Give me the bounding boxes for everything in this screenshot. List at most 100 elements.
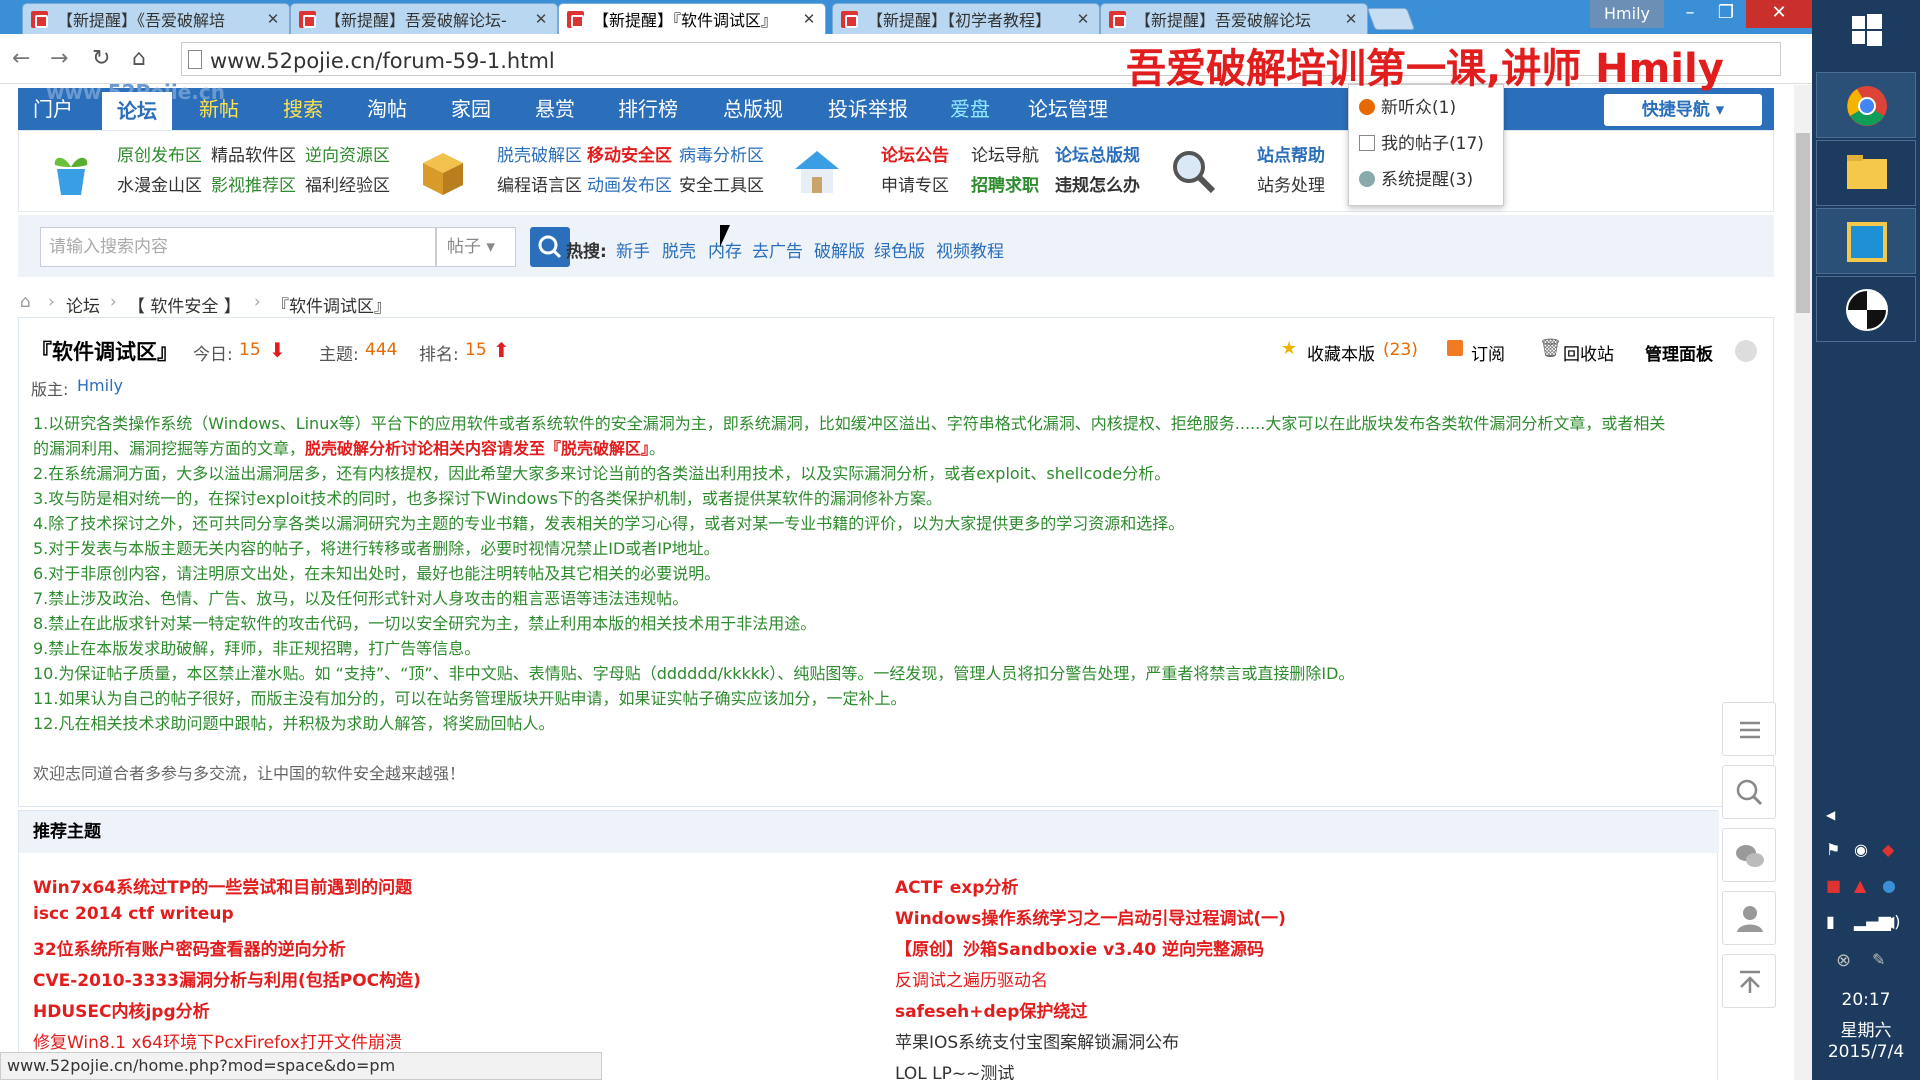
explorer-taskbar-button[interactable] bbox=[1816, 140, 1916, 206]
forward-icon[interactable]: → bbox=[50, 46, 68, 71]
back-to-top-icon[interactable] bbox=[1722, 954, 1776, 1008]
nav-item[interactable]: 爱盘 bbox=[940, 88, 1000, 130]
search-icon[interactable] bbox=[1722, 765, 1776, 819]
warning-icon[interactable]: ▲ bbox=[1854, 876, 1866, 895]
flag-icon[interactable]: ⚑ bbox=[1826, 840, 1840, 859]
app-tray-icon[interactable]: ◆ bbox=[1882, 840, 1894, 859]
home-icon[interactable]: ⌂ bbox=[20, 292, 31, 312]
nav-item[interactable]: 搜索 bbox=[268, 88, 338, 130]
nav-item[interactable]: 总版规 bbox=[708, 88, 798, 130]
subscribe-link[interactable]: 订阅 bbox=[1471, 340, 1505, 365]
nav-item[interactable]: 投诉举报 bbox=[818, 88, 918, 130]
close-tab-icon[interactable]: ✕ bbox=[1075, 10, 1091, 28]
dropdown-item-system[interactable]: 系统提醒(3) bbox=[1359, 165, 1473, 190]
forum-rule-link[interactable]: 脱壳破解分析讨论相关内容请发至『脱壳破解区』 bbox=[305, 439, 649, 458]
recommended-topic-link[interactable]: iscc 2014 ctf writeup bbox=[33, 904, 234, 924]
tray-expand-icon[interactable]: ◀ bbox=[1826, 808, 1835, 822]
favorite-link[interactable]: 收藏本版 bbox=[1307, 340, 1375, 365]
search-type-select[interactable]: 帖子 ▾ bbox=[436, 227, 516, 267]
hot-search-link[interactable]: 破解版 bbox=[814, 237, 865, 262]
recommended-topic-link[interactable]: Windows操作系统学习之一启动引导过程调试(一) bbox=[895, 904, 1286, 929]
close-tab-icon[interactable]: ✕ bbox=[1343, 10, 1359, 28]
menu-icon[interactable] bbox=[1722, 702, 1776, 756]
recommended-topic-link[interactable]: 修复Win8.1 x64环境下PcxFirefox打开文件崩溃 bbox=[33, 1028, 402, 1053]
chrome-taskbar-button[interactable] bbox=[1816, 72, 1916, 138]
subnav-link[interactable]: 水漫金山区 bbox=[117, 171, 202, 196]
subnav-link[interactable]: 病毒分析区 bbox=[679, 141, 764, 166]
recommended-topic-link[interactable]: Win7x64系统过TP的一些尝试和目前遇到的问题 bbox=[33, 873, 412, 898]
subnav-link[interactable]: 站务处理 bbox=[1257, 171, 1325, 196]
subnav-link[interactable]: 论坛导航 bbox=[971, 141, 1039, 166]
admin-panel-link[interactable]: 管理面板 bbox=[1645, 340, 1713, 365]
restore-icon[interactable]: ❐ bbox=[1708, 0, 1744, 28]
user-icon[interactable] bbox=[1722, 891, 1776, 945]
subnav-link[interactable]: 论坛公告 bbox=[881, 141, 949, 166]
recommended-topic-link[interactable]: 32位系统所有账户密码查看器的逆向分析 bbox=[33, 935, 346, 960]
close-window-icon[interactable]: ✕ bbox=[1746, 0, 1812, 28]
close-tab-icon[interactable]: ✕ bbox=[801, 10, 817, 28]
nav-item[interactable]: 论坛管理 bbox=[1018, 88, 1118, 130]
new-tab-button[interactable] bbox=[1366, 8, 1416, 30]
subnav-link[interactable]: 站点帮助 bbox=[1257, 141, 1325, 166]
browser-user-badge[interactable]: Hmily bbox=[1590, 0, 1664, 28]
close-circle-icon[interactable]: ⊗ bbox=[1836, 950, 1851, 971]
tab-4[interactable]: 【新提醒】【初学者教程】 ✕ bbox=[832, 3, 1100, 34]
recycle-link[interactable]: 回收站 bbox=[1563, 340, 1614, 365]
tab-3-active[interactable]: 【新提醒】『软件调试区』 ✕ bbox=[558, 3, 826, 34]
scrollbar-thumb[interactable] bbox=[1796, 133, 1810, 313]
subnav-link[interactable]: 违规怎么办 bbox=[1055, 171, 1140, 196]
subnav-link[interactable]: 逆向资源区 bbox=[305, 141, 390, 166]
recommended-topic-link[interactable]: 苹果IOS系统支付宝图案解锁漏洞公布 bbox=[895, 1028, 1179, 1053]
nav-item[interactable]: 悬赏 bbox=[520, 88, 590, 130]
hot-search-link[interactable]: 视频教程 bbox=[936, 237, 1004, 262]
search-input[interactable]: 请输入搜索内容 bbox=[40, 227, 436, 267]
subnav-link[interactable]: 移动安全区 bbox=[587, 141, 672, 166]
subnav-link[interactable]: 影视推荐区 bbox=[211, 171, 296, 196]
subnav-link[interactable]: 精品软件区 bbox=[211, 141, 296, 166]
quick-nav-button[interactable]: 快捷导航 ▾ bbox=[1604, 94, 1762, 126]
camera-icon[interactable]: ◉ bbox=[1854, 840, 1868, 859]
hot-search-link[interactable]: 去广告 bbox=[752, 237, 803, 262]
subnav-link[interactable]: 编程语言区 bbox=[497, 171, 582, 196]
hot-search-link[interactable]: 绿色版 bbox=[874, 237, 925, 262]
tab-1[interactable]: 【新提醒】《吾爱破解培 ✕ bbox=[22, 3, 290, 34]
search-button[interactable] bbox=[530, 227, 570, 267]
volume-icon[interactable]: ◀) bbox=[1882, 912, 1901, 931]
nav-item[interactable]: 门户 bbox=[18, 88, 88, 130]
collapse-icon[interactable] bbox=[1735, 340, 1757, 362]
battery-icon[interactable]: ▮ bbox=[1826, 912, 1835, 931]
hot-search-link[interactable]: 脱壳 bbox=[662, 237, 696, 262]
recommended-topic-link[interactable]: 【原创】沙箱Sandboxie v3.40 逆向完整源码 bbox=[895, 935, 1264, 960]
nav-item[interactable]: 淘帖 bbox=[352, 88, 422, 130]
recommended-topic-link[interactable]: 反调试之遍历驱动名 bbox=[895, 966, 1048, 991]
subnav-link[interactable]: 安全工具区 bbox=[679, 171, 764, 196]
close-tab-icon[interactable]: ✕ bbox=[265, 10, 281, 28]
subnav-link[interactable]: 招聘求职 bbox=[971, 171, 1039, 196]
dropdown-item-posts[interactable]: 我的帖子(17) bbox=[1359, 129, 1484, 154]
breadcrumb-link[interactable]: 【 软件安全 】 bbox=[128, 292, 241, 317]
hot-search-link[interactable]: 新手 bbox=[616, 237, 650, 262]
subnav-link[interactable]: 申请专区 bbox=[881, 171, 949, 196]
reload-icon[interactable]: ↻ bbox=[92, 46, 110, 71]
nav-item[interactable]: 新帖 bbox=[184, 88, 254, 130]
back-icon[interactable]: ← bbox=[12, 46, 30, 71]
nav-item[interactable]: 家园 bbox=[436, 88, 506, 130]
recommended-topic-link[interactable]: ACTF exp分析 bbox=[895, 873, 1018, 898]
subnav-link[interactable]: 动画发布区 bbox=[587, 171, 672, 196]
minimize-icon[interactable]: – bbox=[1672, 0, 1708, 28]
home-icon[interactable]: ⌂ bbox=[132, 46, 146, 71]
recommended-topic-link[interactable]: CVE-2010-3333漏洞分析与利用(包括POC构造) bbox=[33, 966, 421, 991]
tab-5[interactable]: 【新提醒】吾爱破解论坛 ✕ bbox=[1100, 3, 1368, 34]
nav-item-current[interactable]: 论坛 bbox=[102, 92, 172, 130]
nav-item[interactable]: 排行榜 bbox=[608, 88, 688, 130]
subnav-link[interactable]: 论坛总版规 bbox=[1055, 141, 1140, 166]
start-button[interactable] bbox=[1816, 2, 1916, 68]
vertical-scrollbar[interactable] bbox=[1794, 85, 1812, 1080]
subnav-link[interactable]: 原创发布区 bbox=[117, 141, 202, 166]
qq-tray-icon[interactable]: ● bbox=[1882, 876, 1896, 895]
subnav-link[interactable]: 脱壳破解区 bbox=[497, 141, 582, 166]
dropdown-item-followers[interactable]: 新听众(1) bbox=[1359, 93, 1456, 118]
breadcrumb-link[interactable]: 论坛 bbox=[66, 292, 100, 317]
moderator-link[interactable]: Hmily bbox=[77, 376, 123, 395]
recommended-topic-link[interactable]: LOL LP~~测试 bbox=[895, 1059, 1014, 1080]
